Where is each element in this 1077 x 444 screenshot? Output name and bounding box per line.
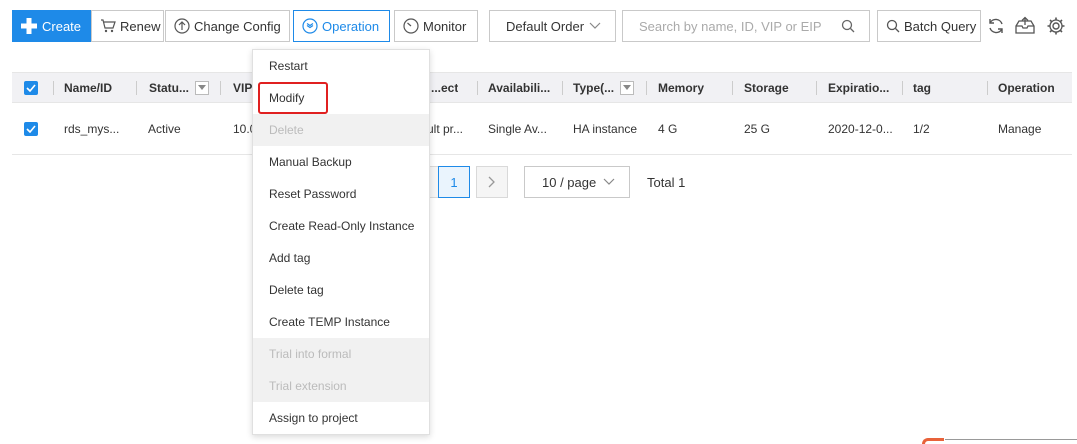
project-cell: ult pr... [427, 121, 464, 136]
operation-label: Operation [322, 18, 380, 34]
memory-cell: 4 G [658, 121, 678, 136]
row-checkbox[interactable] [24, 103, 38, 154]
cart-icon [101, 19, 116, 33]
chevron-down-icon [589, 22, 601, 29]
menu-item-add-tag[interactable]: Add tag [253, 242, 429, 274]
page-size-select[interactable]: 10 / page [524, 166, 630, 198]
change-config-button[interactable]: Change Config [165, 10, 290, 42]
manage-link[interactable]: Manage [998, 103, 1041, 154]
annotation-mark [922, 438, 944, 444]
menu-item-create-read-only[interactable]: Create Read-Only Instance [253, 210, 429, 242]
col-type: Type(... [573, 73, 635, 102]
export-icon[interactable] [1013, 14, 1037, 38]
table-row: rds_mys... Active 10.0 ult pr... Single … [12, 103, 1072, 155]
monitor-button[interactable]: Monitor [394, 10, 478, 42]
type-cell: HA instance [573, 121, 638, 136]
check-icon [26, 83, 36, 92]
availability-cell: Single Av... [488, 121, 547, 136]
page-1-button[interactable]: 1 [438, 166, 470, 198]
operation-button[interactable]: Operation [293, 10, 390, 42]
type-filter-icon[interactable] [620, 80, 635, 95]
expiration-cell: 2020-12-0... [828, 121, 893, 136]
check-icon [26, 124, 36, 133]
page-size-value: 10 / page [542, 174, 597, 190]
menu-item-create-temp[interactable]: Create TEMP Instance [253, 306, 429, 338]
col-availability: Availabili... [488, 80, 551, 95]
gauge-icon [403, 18, 419, 34]
total-count: Total 1 [647, 174, 686, 190]
col-operation: Operation [998, 80, 1055, 95]
table-header: Name/ID Statu... VIP ...ect Availabili..… [12, 72, 1072, 103]
status-filter-icon[interactable] [195, 80, 210, 95]
renew-label: Renew [120, 18, 161, 34]
order-select[interactable]: Default Order [489, 10, 616, 42]
monitor-label: Monitor [423, 18, 467, 34]
order-select-value: Default Order [506, 18, 585, 34]
search-icon [886, 19, 900, 33]
col-vip: VIP [233, 80, 253, 95]
menu-item-assign-project[interactable]: Assign to project [253, 402, 429, 434]
menu-item-trial-extension: Trial extension [253, 370, 429, 402]
col-status-label: Statu... [149, 80, 190, 95]
col-project: ...ect [431, 80, 459, 95]
menu-item-restart[interactable]: Restart [253, 50, 429, 82]
col-storage: Storage [744, 80, 789, 95]
search-box [622, 10, 870, 42]
next-page-button[interactable] [476, 166, 508, 198]
chevron-right-icon [488, 176, 495, 188]
col-expiration: Expiratio... [828, 80, 890, 95]
col-type-label: Type(... [573, 80, 615, 95]
col-status: Statu... [149, 73, 210, 102]
toolbar: Create Renew Change Config Operation Mon… [12, 10, 1072, 42]
renew-button[interactable]: Renew [91, 10, 164, 42]
col-name: Name/ID [64, 80, 113, 95]
menu-item-trial-into-formal: Trial into formal [253, 338, 429, 370]
modify-highlight-box [258, 82, 328, 114]
menu-item-manual-backup[interactable]: Manual Backup [253, 146, 429, 178]
select-all-checkbox[interactable] [24, 73, 38, 102]
status-badge: Active [148, 121, 181, 136]
upgrade-arrow-icon [174, 18, 190, 34]
plus-icon [21, 18, 37, 34]
instance-table: Name/ID Statu... VIP ...ect Availabili..… [12, 72, 1072, 155]
col-tag: tag [913, 80, 931, 95]
operation-icon [302, 18, 318, 34]
gear-icon[interactable] [1044, 14, 1068, 38]
batch-query-button[interactable]: Batch Query [877, 10, 981, 42]
menu-item-delete-tag[interactable]: Delete tag [253, 274, 429, 306]
tag-link[interactable]: 1/2 [913, 103, 930, 154]
batch-query-label: Batch Query [904, 18, 977, 34]
search-icon[interactable] [841, 19, 855, 33]
refresh-icon[interactable] [984, 14, 1008, 38]
chevron-down-icon [603, 178, 615, 185]
menu-item-reset-password[interactable]: Reset Password [253, 178, 429, 210]
storage-cell: 25 G [744, 121, 771, 136]
instance-name-link[interactable]: rds_mys... [64, 103, 119, 154]
menu-item-delete: Delete [253, 114, 429, 146]
col-memory: Memory [658, 80, 705, 95]
create-button[interactable]: Create [12, 10, 91, 42]
divider [945, 439, 1077, 440]
search-input[interactable] [639, 18, 839, 34]
create-label: Create [42, 18, 82, 34]
change-config-label: Change Config [194, 18, 281, 34]
